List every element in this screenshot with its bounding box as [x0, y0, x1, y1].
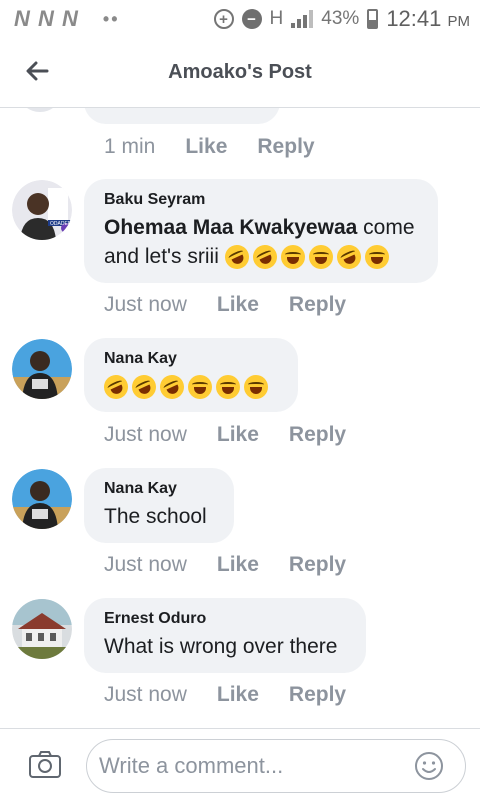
do-not-disturb-icon: −	[241, 9, 262, 29]
reply-button[interactable]: Reply	[289, 293, 346, 317]
tears-of-joy-emoji-icon	[188, 375, 212, 400]
emoji-row	[220, 241, 389, 274]
laughing-emoji-icon	[248, 241, 281, 274]
reply-button[interactable]: Reply	[289, 423, 346, 447]
mention-link[interactable]: Ohemaa Maa Kwakyewaa	[104, 216, 357, 239]
tears-of-joy-emoji-icon	[308, 245, 333, 270]
tears-of-joy-emoji-icon	[364, 245, 389, 270]
post-header: Amoako's Post	[0, 38, 480, 108]
comment-author[interactable]: Baku Seyram	[104, 191, 418, 209]
comment-time: 1 min	[104, 135, 156, 158]
comment-bubble[interactable]	[84, 108, 280, 124]
signal-icon	[291, 10, 314, 28]
comment-text: What is wrong over there	[104, 635, 338, 658]
avatar-badge-text: ODADEE	[50, 221, 72, 227]
like-button[interactable]: Like	[217, 293, 259, 317]
camera-icon	[29, 751, 61, 778]
like-button[interactable]: Like	[217, 683, 259, 707]
clock-time: 12:41	[386, 6, 442, 31]
clock-ampm: PM	[447, 13, 471, 30]
reply-button[interactable]: Reply	[289, 553, 346, 577]
avatar[interactable]	[12, 469, 72, 529]
back-arrow-icon	[26, 61, 49, 81]
tears-of-joy-emoji-icon	[244, 375, 268, 400]
notification-dots: ••	[102, 8, 120, 29]
emoji-row	[100, 371, 268, 404]
profile-photo: ODADEE	[12, 180, 72, 240]
comment-author[interactable]: Nana Kay	[104, 480, 214, 498]
avatar[interactable]	[12, 599, 72, 659]
camera-button[interactable]	[28, 749, 62, 779]
back-button[interactable]	[20, 54, 54, 88]
comment-meta: Just now Like Reply	[104, 423, 346, 447]
profile-photo	[12, 339, 72, 399]
clock: 12:41 PM	[386, 6, 470, 32]
comment-text: Ohemaa Maa Kwakyewaa come and let's srii…	[104, 213, 418, 274]
comment-time: Just now	[104, 423, 187, 446]
laughing-emoji-icon	[220, 241, 253, 274]
laughing-emoji-icon	[332, 241, 365, 274]
page-title: Amoako's Post	[168, 61, 312, 83]
tears-of-joy-emoji-icon	[280, 245, 305, 270]
comment-text	[100, 371, 278, 404]
laughing-emoji-icon	[156, 371, 188, 404]
comment-time: Just now	[104, 293, 187, 316]
tears-of-joy-emoji-icon	[216, 375, 240, 400]
profile-photo	[12, 469, 72, 529]
like-button[interactable]: Like	[217, 423, 259, 447]
comment-composer	[0, 728, 480, 800]
comment-input[interactable]	[86, 739, 466, 793]
like-button[interactable]: Like	[217, 553, 259, 577]
avatar[interactable]	[12, 339, 72, 399]
carrier-indicators: N N N ••	[14, 6, 120, 32]
comment-time: Just now	[104, 553, 187, 576]
status-icons: + − H 43% 12:41 PM	[213, 6, 470, 32]
comment-author[interactable]: Ernest Oduro	[104, 610, 346, 628]
status-bar: N N N •• + − H 43% 12:41 PM	[0, 0, 480, 38]
comment-bubble[interactable]: Ernest Oduro What is wrong over there	[84, 598, 366, 673]
laughing-emoji-icon	[100, 371, 132, 404]
comment-bubble[interactable]: Nana Kay	[84, 338, 298, 412]
reply-button[interactable]: Reply	[289, 683, 346, 707]
battery-icon	[367, 9, 379, 29]
comment-bubble[interactable]: Baku Seyram Ohemaa Maa Kwakyewaa come an…	[84, 179, 438, 283]
comment-text: The school	[104, 505, 207, 528]
battery-percent: 43%	[321, 8, 360, 29]
comment-bubble[interactable]: Nana Kay The school	[84, 468, 234, 543]
profile-photo	[12, 599, 72, 659]
data-saver-icon: +	[213, 9, 234, 29]
like-button[interactable]: Like	[185, 135, 227, 159]
avatar[interactable]: ODADEE	[12, 180, 72, 240]
comment-time: Just now	[104, 683, 187, 706]
comment-meta: Just now Like Reply	[104, 683, 346, 707]
reply-button[interactable]: Reply	[257, 135, 314, 159]
comment-meta: Just now Like Reply	[104, 293, 346, 317]
comments-list[interactable]: 1 min Like Reply ODADEE Baku Seyram Ohem…	[0, 108, 480, 728]
smiley-icon	[415, 752, 443, 780]
sticker-button[interactable]	[414, 751, 444, 781]
carrier-glyphs: N N N	[14, 6, 79, 31]
comment-author[interactable]: Nana Kay	[104, 350, 278, 368]
comment-meta: Just now Like Reply	[104, 553, 346, 577]
network-type: H	[269, 8, 284, 29]
avatar[interactable]	[20, 108, 60, 112]
laughing-emoji-icon	[128, 371, 160, 404]
comment-meta: 1 min Like Reply	[104, 135, 315, 159]
